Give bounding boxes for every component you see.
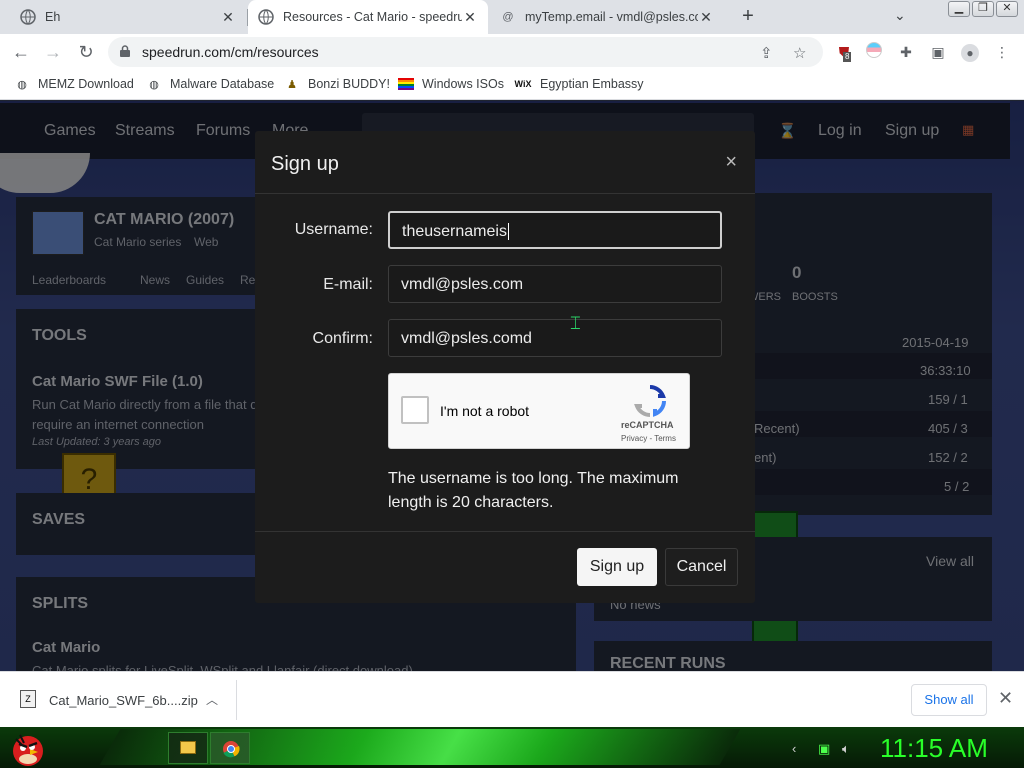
- text-caret: [507, 223, 509, 240]
- recaptcha-brand: reCAPTCHA: [621, 420, 674, 430]
- lock-icon: [120, 45, 130, 57]
- puzzle-extensions-icon[interactable]: ✚: [896, 42, 916, 62]
- globe-icon: ◍: [17, 78, 27, 91]
- reload-icon[interactable]: ↻: [74, 40, 98, 64]
- recaptcha-terms-link[interactable]: Privacy - Terms: [621, 434, 676, 443]
- url-text: speedrun.com/cm/resources: [142, 44, 319, 60]
- window-controls: ▁ ❐ ✕: [948, 1, 1018, 17]
- tab-search-chevron-icon[interactable]: ⌄: [894, 7, 906, 24]
- profile-avatar-icon[interactable]: ●: [960, 42, 980, 62]
- recaptcha-widget: I'm not a robot reCAPTCHA Privacy - Term…: [388, 373, 690, 449]
- confirm-email-input[interactable]: vmdl@psles.comd: [388, 319, 722, 357]
- close-download-bar-icon[interactable]: ✕: [998, 688, 1013, 709]
- recaptcha-logo-icon: [634, 385, 666, 417]
- confirm-value: vmdl@psles.comd: [401, 330, 532, 347]
- close-icon[interactable]: ×: [725, 151, 737, 174]
- bookmark-label: Bonzi BUDDY!: [308, 77, 390, 91]
- pride-extension-icon[interactable]: [864, 42, 884, 62]
- bonzi-icon: ♟: [287, 78, 297, 91]
- confirm-label: Confirm:: [312, 330, 373, 347]
- bookmark-label: Egyptian Embassy: [540, 77, 644, 91]
- close-window-icon[interactable]: ✕: [996, 1, 1018, 17]
- signup-submit-button[interactable]: Sign up: [577, 548, 657, 586]
- rainbow-flag-icon: [398, 76, 414, 92]
- username-error-message: The username is too long. The maximum le…: [388, 470, 679, 511]
- at-sign-icon: @: [502, 11, 514, 23]
- bookmark-label: Malware Database: [170, 77, 275, 91]
- ublock-shield-icon[interactable]: ⛊8: [834, 42, 854, 62]
- chevron-up-icon[interactable]: ︿: [206, 691, 218, 708]
- cancel-button[interactable]: Cancel: [665, 548, 738, 586]
- network-icon[interactable]: ▣: [818, 741, 830, 757]
- dialog-title: Sign up: [271, 153, 339, 175]
- tab-eh[interactable]: Eh ✕: [10, 0, 246, 34]
- volume-icon[interactable]: 🔈︎: [842, 741, 850, 757]
- back-arrow-icon[interactable]: ←: [9, 40, 33, 64]
- bookmark-egyptian-embassy[interactable]: WiX Egyptian Embassy: [514, 76, 644, 92]
- close-tab-icon[interactable]: ✕: [220, 9, 236, 26]
- side-panel-icon[interactable]: ▣: [928, 42, 948, 62]
- bookmark-label: MEMZ Download: [38, 77, 134, 91]
- start-button-angry-bird-icon[interactable]: [8, 729, 48, 767]
- bookmark-memz[interactable]: ◍ MEMZ Download: [14, 76, 134, 92]
- username-label: Username:: [294, 221, 373, 238]
- close-tab-icon[interactable]: ✕: [698, 9, 714, 26]
- email-value: vmdl@psles.com: [401, 276, 524, 293]
- bookmark-malware-database[interactable]: ◍ Malware Database: [146, 76, 274, 92]
- tab-resources[interactable]: Resources - Cat Mario - speedrun.com ✕: [248, 0, 488, 34]
- globe-icon: [258, 9, 274, 25]
- download-bar: Z Cat_Mario_SWF_6b....zip ︿ Show all ✕: [0, 671, 1024, 727]
- taskbar-clock[interactable]: 11:15 AM: [880, 733, 988, 764]
- globe-icon: [20, 9, 36, 25]
- download-divider: [236, 680, 237, 720]
- forward-arrow-icon[interactable]: →: [41, 40, 65, 64]
- bookmarks-bar: ◍ MEMZ Download ◍ Malware Database ♟ Bon…: [0, 70, 1024, 100]
- bookmark-bonzi-buddy[interactable]: ♟ Bonzi BUDDY!: [284, 76, 390, 92]
- browser-toolbar: ← → ↻ speedrun.com/cm/resources ⇪ ☆ ⛊8 ✚…: [0, 34, 1024, 70]
- bookmark-windows-isos[interactable]: Windows ISOs: [398, 76, 504, 92]
- address-bar[interactable]: speedrun.com/cm/resources ⇪ ☆: [108, 37, 823, 67]
- text-cursor-ibeam-icon: ⌶: [570, 313, 581, 333]
- email-input[interactable]: vmdl@psles.com: [388, 265, 722, 303]
- new-tab-plus-icon[interactable]: +: [736, 5, 760, 29]
- show-all-downloads-button[interactable]: Show all: [911, 684, 987, 716]
- dialog-footer-divider: [255, 531, 755, 532]
- zip-file-icon: Z: [20, 690, 36, 708]
- close-tab-icon[interactable]: ✕: [462, 9, 478, 26]
- chrome-taskbar-icon[interactable]: [210, 732, 250, 764]
- recaptcha-checkbox[interactable]: [401, 396, 429, 424]
- star-icon[interactable]: ☆: [793, 44, 806, 62]
- tray-expand-icon[interactable]: ‹: [792, 741, 796, 756]
- username-input[interactable]: theusernameis: [388, 211, 722, 249]
- taskbar: ‹ ▣ 🔈︎ 11:15 AM: [0, 727, 1024, 768]
- tab-strip: Eh ✕ Resources - Cat Mario - speedrun.co…: [0, 0, 1024, 34]
- username-value: theusernameis: [402, 223, 507, 240]
- bookmark-label: Windows ISOs: [422, 77, 504, 91]
- tab-title: Eh: [45, 10, 61, 24]
- tab-title: Resources - Cat Mario - speedrun.com: [283, 10, 462, 24]
- restore-icon[interactable]: ❐: [972, 1, 994, 17]
- signup-dialog: Sign up × Username: theusernameis E-mail…: [255, 131, 755, 603]
- minimize-icon[interactable]: ▁: [948, 1, 970, 17]
- kebab-menu-icon[interactable]: ⋮: [992, 42, 1012, 62]
- email-label: E-mail:: [323, 276, 373, 293]
- tab-mytemp[interactable]: @ myTemp.email - vmdl@psles.com ✕: [490, 0, 724, 34]
- recaptcha-label: I'm not a robot: [440, 403, 530, 419]
- download-filename[interactable]: Cat_Mario_SWF_6b....zip: [49, 693, 198, 708]
- wix-icon: WiX: [514, 79, 532, 89]
- extension-badge: 8: [843, 52, 852, 62]
- dialog-header: Sign up ×: [255, 131, 755, 194]
- share-icon[interactable]: ⇪: [760, 44, 773, 62]
- tab-title: myTemp.email - vmdl@psles.com: [525, 10, 698, 24]
- globe-icon: ◍: [149, 78, 159, 91]
- file-explorer-taskbar-icon[interactable]: [168, 732, 208, 764]
